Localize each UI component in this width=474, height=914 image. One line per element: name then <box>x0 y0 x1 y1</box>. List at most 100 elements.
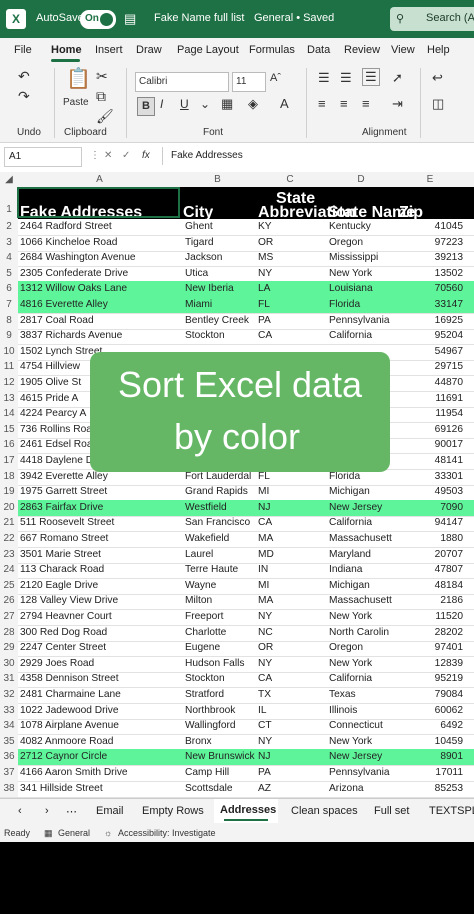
cell-zip[interactable]: 60062 <box>399 705 463 716</box>
cell-zip[interactable]: 7090 <box>399 502 463 513</box>
cell-state-name[interactable]: Maryland <box>329 549 399 560</box>
cell-zip[interactable]: 10459 <box>399 736 463 747</box>
row-number[interactable]: 3 <box>0 234 18 251</box>
cell-state-abbr[interactable]: LA <box>258 283 318 294</box>
cell-zip[interactable]: 69126 <box>399 424 463 435</box>
row-number[interactable]: 26 <box>0 593 18 610</box>
cell-address[interactable]: 2817 Coal Road <box>20 315 180 326</box>
cell-city[interactable]: Wallingford <box>185 720 257 731</box>
row-number[interactable]: 12 <box>0 375 18 391</box>
row-number[interactable]: 14 <box>0 406 18 423</box>
cell-address[interactable]: 4082 Anmoore Road <box>20 736 180 747</box>
cell-state-abbr[interactable]: NJ <box>258 751 318 762</box>
align-middle-icon[interactable]: ☰ <box>340 70 352 86</box>
name-box[interactable]: A1 <box>4 147 82 167</box>
cell-zip[interactable]: 97223 <box>399 237 463 248</box>
cell-state-abbr[interactable]: PA <box>258 315 318 326</box>
cell-state-abbr[interactable]: CA <box>258 330 318 341</box>
font-color-icon[interactable]: A <box>280 96 289 111</box>
cell-state-name[interactable]: Connecticut <box>329 720 399 731</box>
cell-state-abbr[interactable]: NY <box>258 268 318 279</box>
row-number[interactable]: 22 <box>0 531 18 547</box>
cell-state-abbr[interactable]: FL <box>258 471 318 482</box>
sensitivity-status[interactable]: General • Saved <box>254 12 334 24</box>
cell-state-name[interactable]: Louisiana <box>329 283 399 294</box>
cell-state-name[interactable]: Florida <box>329 471 399 482</box>
cell-city[interactable]: Northbrook <box>185 705 257 716</box>
cell-state-name[interactable]: Texas <box>329 689 399 700</box>
cell-state-abbr[interactable]: NY <box>258 611 318 622</box>
menu-insert[interactable]: Insert <box>95 44 123 56</box>
cell-zip[interactable]: 94147 <box>399 517 463 528</box>
cell-address[interactable]: 2863 Fairfax Drive <box>20 502 180 513</box>
cell-city[interactable]: Stratford <box>185 689 257 700</box>
cell-state-name[interactable]: California <box>329 330 399 341</box>
cell-city[interactable]: Bentley Creek <box>185 315 257 326</box>
cell-zip[interactable]: 33147 <box>399 299 463 310</box>
fill-color-icon[interactable]: ◈ <box>248 96 258 112</box>
cell-state-abbr[interactable]: IL <box>258 705 318 716</box>
cell-zip[interactable]: 8901 <box>399 751 463 762</box>
cell-state-name[interactable]: Oregon <box>329 642 399 653</box>
cell-zip[interactable]: 41045 <box>399 221 463 232</box>
row-number[interactable]: 15 <box>0 421 18 438</box>
cell-city[interactable]: Ghent <box>185 221 257 232</box>
cell-state-abbr[interactable]: FL <box>258 299 318 310</box>
cell-state-name[interactable]: New Jersey <box>329 751 399 762</box>
redo-icon[interactable]: ↷ <box>18 88 30 105</box>
cell-zip[interactable]: 29715 <box>399 361 463 372</box>
cancel-icon[interactable]: ✕ <box>104 150 112 161</box>
chevron-down-icon[interactable]: ⌄ <box>200 97 210 111</box>
cell-zip[interactable]: 95204 <box>399 330 463 341</box>
menu-help[interactable]: Help <box>427 44 450 56</box>
cell-address[interactable]: 4166 Aaron Smith Drive <box>20 767 180 778</box>
cell-state-abbr[interactable]: NC <box>258 627 318 638</box>
align-center-icon[interactable]: ≡ <box>340 96 348 111</box>
cell-city[interactable]: New Brunswick <box>185 751 257 762</box>
cell-zip[interactable]: 47807 <box>399 564 463 575</box>
save-icon[interactable]: ▤ <box>124 11 136 27</box>
cell-state-abbr[interactable]: NY <box>258 736 318 747</box>
cell-zip[interactable]: 12839 <box>399 658 463 669</box>
undo-icon[interactable]: ↶ <box>18 68 30 85</box>
row-number[interactable]: 16 <box>0 437 18 454</box>
row-number[interactable]: 4 <box>0 250 18 267</box>
cell-state-abbr[interactable]: NJ <box>258 502 318 513</box>
cell-address[interactable]: 128 Valley View Drive <box>20 595 180 606</box>
cell-zip[interactable]: 95219 <box>399 673 463 684</box>
row-number[interactable]: 33 <box>0 702 18 719</box>
cell-address[interactable]: 1066 Kincheloe Road <box>20 237 180 248</box>
file-name[interactable]: Fake Name full list <box>154 12 244 24</box>
row-number[interactable]: 35 <box>0 733 18 750</box>
row-number[interactable]: 25 <box>0 577 18 594</box>
cell-state-name[interactable]: Florida <box>329 299 399 310</box>
cell-state-abbr[interactable]: MI <box>258 486 318 497</box>
tab-empty-rows[interactable]: Empty Rows <box>142 805 204 817</box>
row-number[interactable]: 8 <box>0 312 18 329</box>
cell-zip[interactable]: 20707 <box>399 549 463 560</box>
cell-address[interactable]: 4816 Everette Alley <box>20 299 180 310</box>
cell-address[interactable]: 2684 Washington Avenue <box>20 252 180 263</box>
cell-zip[interactable]: 48184 <box>399 580 463 591</box>
cell-state-abbr[interactable]: OR <box>258 237 318 248</box>
cell-address[interactable]: 2247 Center Street <box>20 642 180 653</box>
borders-icon[interactable]: ▦ <box>221 96 233 112</box>
cell-zip[interactable]: 16925 <box>399 315 463 326</box>
column-header-a[interactable]: A <box>18 174 181 185</box>
cell-address[interactable]: 300 Red Dog Road <box>20 627 180 638</box>
row-number[interactable]: 1 <box>0 187 18 219</box>
autosave-toggle[interactable]: On <box>80 10 116 29</box>
cell-state-name[interactable]: Oregon <box>329 237 399 248</box>
row-number[interactable]: 13 <box>0 390 18 407</box>
tab-textsplit[interactable]: TEXTSPLIT <box>429 805 474 817</box>
cell-state-name[interactable]: New York <box>329 268 399 279</box>
cell-address[interactable]: 341 Hillside Street <box>20 783 180 794</box>
cell-state-name[interactable]: California <box>329 517 399 528</box>
font-name-select[interactable]: Calibri <box>135 72 229 92</box>
font-size-select[interactable]: 11 <box>232 72 266 92</box>
row-number[interactable]: 23 <box>0 546 18 563</box>
cell-city[interactable]: Tigard <box>185 237 257 248</box>
column-header-c[interactable]: C <box>254 174 326 185</box>
cell-address[interactable]: 2481 Charmaine Lane <box>20 689 180 700</box>
cell-address[interactable]: 2712 Caynor Circle <box>20 751 180 762</box>
